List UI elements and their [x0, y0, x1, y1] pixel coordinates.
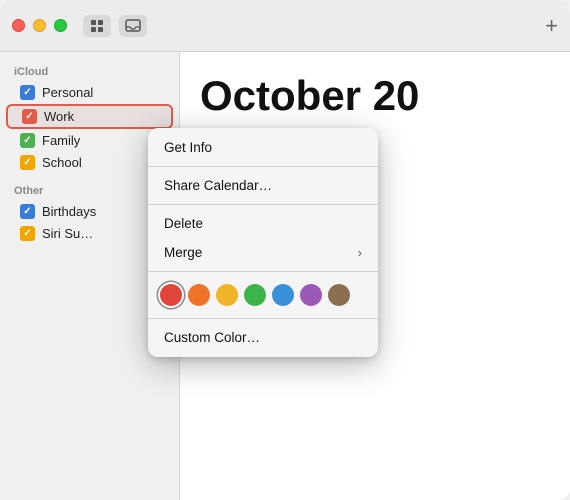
work-label: Work [44, 109, 74, 124]
maximize-button[interactable] [54, 19, 67, 32]
color-swatch-purple[interactable] [300, 284, 322, 306]
close-button[interactable] [12, 19, 25, 32]
minimize-button[interactable] [33, 19, 46, 32]
check-mark: ✓ [23, 157, 31, 168]
check-mark: ✓ [25, 111, 33, 122]
separator-3 [148, 271, 378, 272]
sidebar-item-work[interactable]: ✓ Work [6, 104, 173, 129]
traffic-lights [12, 19, 67, 32]
title-bar-icons [83, 15, 147, 37]
merge-menuitem[interactable]: Merge › [148, 238, 378, 267]
separator-2 [148, 204, 378, 205]
personal-checkbox[interactable]: ✓ [20, 85, 35, 100]
chevron-right-icon: › [358, 245, 362, 260]
get-info-label: Get Info [164, 140, 212, 155]
delete-menuitem[interactable]: Delete [148, 209, 378, 238]
merge-label: Merge [164, 245, 202, 260]
color-swatch-blue[interactable] [272, 284, 294, 306]
check-mark: ✓ [23, 87, 31, 98]
get-info-menuitem[interactable]: Get Info [148, 133, 378, 162]
sidebar-item-personal[interactable]: ✓ Personal [6, 82, 173, 103]
separator-4 [148, 318, 378, 319]
app-window: + iCloud ✓ Personal ✓ Work [0, 0, 570, 500]
title-bar: + [0, 0, 570, 52]
school-checkbox[interactable]: ✓ [20, 155, 35, 170]
context-menu: Get Info Share Calendar… Delete Merge › [148, 128, 378, 357]
school-label: School [42, 155, 82, 170]
check-mark: ✓ [23, 206, 31, 217]
share-calendar-menuitem[interactable]: Share Calendar… [148, 171, 378, 200]
family-label: Family [42, 133, 80, 148]
birthdays-label: Birthdays [42, 204, 96, 219]
siri-checkbox[interactable]: ✓ [20, 226, 35, 241]
check-mark: ✓ [23, 135, 31, 146]
family-checkbox[interactable]: ✓ [20, 133, 35, 148]
color-swatch-green[interactable] [244, 284, 266, 306]
color-swatch-yellow[interactable] [216, 284, 238, 306]
grid-view-icon[interactable] [83, 15, 111, 37]
add-button[interactable]: + [545, 13, 558, 39]
custom-color-label: Custom Color… [164, 330, 260, 345]
color-swatch-brown[interactable] [328, 284, 350, 306]
separator-1 [148, 166, 378, 167]
color-swatch-orange[interactable] [188, 284, 210, 306]
personal-label: Personal [42, 85, 93, 100]
birthdays-checkbox[interactable]: ✓ [20, 204, 35, 219]
color-swatch-red[interactable] [160, 284, 182, 306]
inbox-icon[interactable] [119, 15, 147, 37]
delete-label: Delete [164, 216, 203, 231]
custom-color-menuitem[interactable]: Custom Color… [148, 323, 378, 352]
month-title: October 20 [200, 72, 550, 120]
work-checkbox[interactable]: ✓ [22, 109, 37, 124]
color-swatches-row [148, 276, 378, 314]
share-calendar-label: Share Calendar… [164, 178, 272, 193]
siri-label: Siri Su… [42, 226, 93, 241]
check-mark: ✓ [23, 228, 31, 239]
icloud-heading: iCloud [0, 66, 179, 78]
